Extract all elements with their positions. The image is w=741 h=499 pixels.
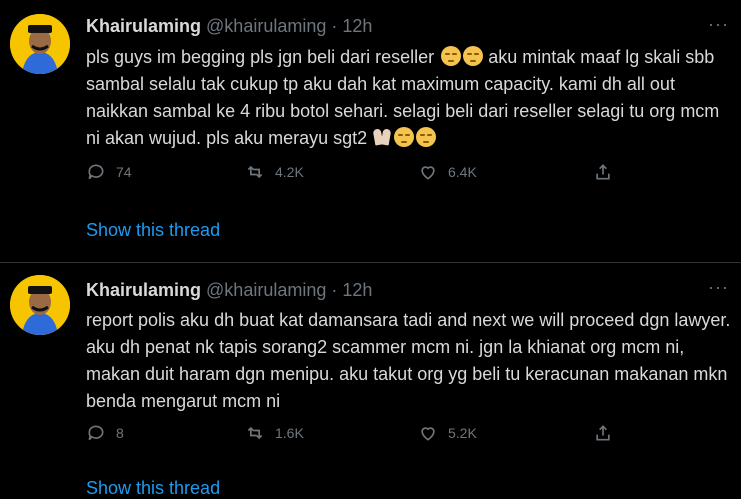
tweet-header: Khairulaming @khairulaming · 12h bbox=[86, 16, 372, 37]
share-button[interactable] bbox=[593, 160, 613, 184]
reply-button[interactable]: 8 bbox=[86, 421, 124, 445]
avatar-illustration bbox=[10, 14, 70, 74]
reply-icon bbox=[88, 425, 104, 441]
separator: · bbox=[331, 16, 338, 36]
avatar-illustration bbox=[10, 275, 70, 335]
handle[interactable]: @khairulaming bbox=[206, 16, 326, 36]
tweet-text: report polis aku dh buat kat damansara t… bbox=[86, 310, 731, 411]
display-name[interactable]: Khairulaming bbox=[86, 280, 201, 300]
folded-hands-icon bbox=[372, 127, 392, 147]
share-icon bbox=[596, 425, 610, 441]
timestamp[interactable]: 12h bbox=[342, 16, 372, 36]
reply-count: 74 bbox=[116, 164, 132, 180]
retweet-count: 4.2K bbox=[275, 164, 304, 180]
tweet-header: Khairulaming @khairulaming · 12h bbox=[86, 280, 372, 301]
tweet-actions: 74 4.2K 6.4K bbox=[86, 160, 646, 184]
retweet-button[interactable]: 4.2K bbox=[245, 160, 304, 184]
retweet-count: 1.6K bbox=[275, 425, 304, 441]
avatar[interactable] bbox=[10, 275, 70, 335]
share-button[interactable] bbox=[593, 421, 613, 445]
tweet[interactable]: Khairulaming @khairulaming · 12h ··· rep… bbox=[0, 263, 741, 498]
share-icon bbox=[596, 164, 610, 180]
show-thread-link[interactable]: Show this thread bbox=[86, 478, 220, 499]
retweet-button[interactable]: 1.6K bbox=[245, 421, 304, 445]
like-count: 5.2K bbox=[448, 425, 477, 441]
pensive-face-icon bbox=[394, 127, 415, 147]
separator: · bbox=[331, 280, 338, 300]
reply-count: 8 bbox=[116, 425, 124, 441]
like-icon bbox=[421, 166, 435, 180]
tweet-actions: 8 1.6K 5.2K bbox=[86, 421, 646, 445]
like-count: 6.4K bbox=[448, 164, 477, 180]
more-options-icon[interactable]: ··· bbox=[708, 277, 729, 298]
more-options-icon[interactable]: ··· bbox=[708, 14, 729, 35]
tweet[interactable]: Khairulaming @khairulaming · 12h ··· pls… bbox=[0, 0, 741, 263]
show-thread-link[interactable]: Show this thread bbox=[86, 220, 220, 241]
tweet-text-part: pls guys im begging pls jgn beli dari re… bbox=[86, 47, 435, 67]
retweet-icon bbox=[247, 165, 263, 179]
pensive-face-icon bbox=[416, 127, 437, 147]
handle[interactable]: @khairulaming bbox=[206, 280, 326, 300]
tweet-text: pls guys im begging pls jgn beli dari re… bbox=[86, 44, 731, 152]
like-button[interactable]: 5.2K bbox=[418, 421, 477, 445]
pensive-face-icon bbox=[441, 46, 462, 66]
pensive-face-icon bbox=[463, 46, 484, 66]
like-button[interactable]: 6.4K bbox=[418, 160, 477, 184]
retweet-icon bbox=[247, 426, 263, 440]
display-name[interactable]: Khairulaming bbox=[86, 16, 201, 36]
reply-icon bbox=[88, 164, 104, 180]
reply-button[interactable]: 74 bbox=[86, 160, 132, 184]
avatar[interactable] bbox=[10, 14, 70, 74]
timestamp[interactable]: 12h bbox=[342, 280, 372, 300]
like-icon bbox=[421, 427, 435, 441]
